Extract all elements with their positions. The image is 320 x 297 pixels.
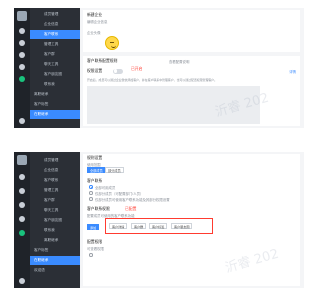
permission-chip[interactable]: 客户详情 (109, 223, 128, 229)
main-content: 新建企业 编辑企业信息 企业头像 客户联系配置规则 查看配置说明 权限设置 已开… (80, 8, 304, 128)
sidebar-item[interactable]: 离职继承 (30, 90, 80, 99)
docs-icon[interactable] (19, 64, 25, 70)
screenshot-bottom: 成员管理 企业信息 客户联系 管理工具 客户群 聊天工具 客户朋友圈 联系我 离… (14, 152, 304, 288)
permission-chip[interactable]: 客户标签 (149, 223, 168, 229)
tab-all-members[interactable]: 全部成员 (87, 167, 106, 173)
sidebar-item[interactable]: 客户朋友圈 (30, 216, 80, 225)
option-label: 仅部分成员（可配置部门/人员） (95, 192, 144, 196)
sidebar-item[interactable]: 聊天工具 (30, 60, 80, 69)
docs-icon[interactable] (19, 216, 25, 222)
bottom-title: 配置权限 (87, 240, 103, 244)
calendar-icon[interactable] (19, 52, 25, 58)
sidebar-item-active[interactable]: 在职继承 (30, 110, 80, 119)
rules-heading: 规则设置 (87, 156, 103, 160)
sidebar-item-active[interactable]: 在职继承 (30, 256, 80, 265)
description-text: 开启后，成员可以通过企业微信添加客户，并在客户联系中管理客户，也可以通过配置权限… (87, 78, 218, 82)
sidebar-item[interactable]: 成员管理 (30, 156, 80, 165)
sidebar-item-active[interactable]: 客户联系 (30, 30, 80, 39)
contacts-icon[interactable] (19, 40, 25, 46)
sidebar-item[interactable]: 客户群 (30, 50, 80, 59)
option-radio[interactable] (89, 191, 93, 195)
info-card: 新建企业 编辑企业信息 企业头像 (83, 10, 300, 52)
sidebar-item[interactable]: 客户标签 (30, 246, 80, 255)
sidebar-item[interactable]: 客户朋友圈 (30, 70, 80, 79)
sidebar-item[interactable]: 欢迎语 (30, 266, 80, 275)
sidebar-item[interactable]: 企业信息 (30, 20, 80, 29)
workbench-icon[interactable] (19, 76, 25, 82)
screenshot-top: 成员管理 企业信息 客户联系 管理工具 客户群 聊天工具 客户朋友圈 联系我 离… (14, 8, 304, 128)
group-title: 客户联系 (87, 179, 103, 183)
option-label: 仅部分成员可使用客户联系功能及其部分权限设置 (95, 198, 170, 202)
annotation-text: 已开启 (131, 67, 143, 71)
app-icon-bar (14, 152, 30, 288)
calendar-icon[interactable] (19, 202, 25, 208)
message-icon[interactable] (19, 174, 25, 180)
toggle-label: 权限设置 (87, 69, 103, 73)
sidebar-item[interactable]: 离职继承 (30, 236, 80, 245)
sidebar-item[interactable]: 客户标签 (30, 100, 80, 109)
sidebar-item[interactable]: 联系我 (30, 226, 80, 235)
tab-some-members[interactable]: 部分成员 (105, 167, 124, 173)
sidebar-item[interactable]: 聊天工具 (30, 206, 80, 215)
section-subtitle: 编辑企业信息 (87, 20, 108, 24)
sidebar-item[interactable]: 客户联系 (30, 176, 80, 185)
avatar-label: 企业头像 (87, 31, 101, 35)
rules-card: 规则设置 使用范围 全部成员 部分成员 客户联系 全部可用成员 仅部分成员（可配… (83, 154, 300, 286)
app-icon-bar (14, 8, 30, 128)
option-radio[interactable] (89, 185, 93, 189)
settings-title: 客户联系配置规则 (87, 59, 118, 63)
sidebar-item[interactable]: 成员管理 (30, 10, 80, 19)
permission-chip[interactable]: 客户朋友圈 (171, 223, 193, 229)
user-avatar[interactable] (17, 155, 27, 165)
permission-title: 客户联系权限 (87, 207, 110, 211)
settings-note[interactable]: 查看配置说明 (169, 59, 189, 64)
permission-chip[interactable]: 客户群 (131, 223, 147, 229)
user-avatar[interactable] (17, 11, 27, 21)
sidebar-item[interactable]: 企业信息 (30, 166, 80, 175)
section-title: 新建企业 (87, 13, 103, 17)
sidebar-item[interactable]: 管理工具 (30, 186, 80, 195)
main-content: 规则设置 使用范围 全部成员 部分成员 客户联系 全部可用成员 仅部分成员（可配… (80, 152, 304, 288)
admin-sidebar: 成员管理 企业信息 客户联系 管理工具 客户群 聊天工具 客户朋友圈 联系我 离… (30, 8, 80, 128)
detail-link[interactable]: 详情 (289, 69, 296, 74)
add-permission-button[interactable]: 添加 (87, 224, 100, 230)
sidebar-item[interactable]: 客户群 (30, 196, 80, 205)
settings-icon[interactable] (19, 278, 25, 284)
smiley-avatar-icon[interactable] (105, 36, 119, 50)
settings-icon[interactable] (19, 118, 25, 124)
admin-sidebar: 成员管理 企业信息 客户联系 管理工具 客户群 聊天工具 客户朋友圈 联系我 离… (30, 152, 80, 288)
option-radio[interactable] (89, 253, 93, 257)
message-icon[interactable] (19, 28, 25, 34)
annotation-text: 已配置 (125, 207, 137, 211)
contacts-icon[interactable] (19, 188, 25, 194)
option-label: 全部可用成员 (95, 186, 116, 190)
sidebar-item[interactable]: 管理工具 (30, 40, 80, 49)
settings-card: 客户联系配置规则 查看配置说明 权限设置 已开启 详情 开启后，成员可以通过企业… (83, 56, 300, 126)
workbench-icon[interactable] (19, 230, 25, 236)
permission-toggle[interactable] (113, 68, 123, 74)
option-radio[interactable] (89, 197, 93, 201)
bottom-note: 可查看权限 (87, 247, 104, 251)
sidebar-item[interactable]: 联系我 (30, 80, 80, 89)
